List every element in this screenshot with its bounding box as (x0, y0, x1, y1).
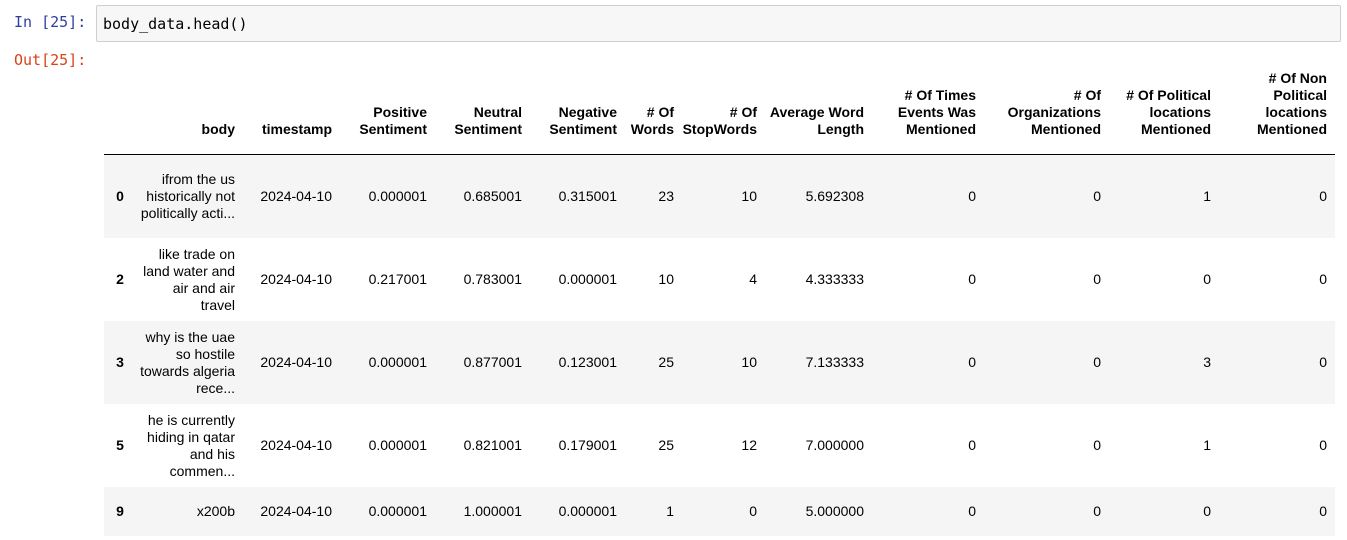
political-locations-cell: 0 (1203, 271, 1211, 287)
word-count-cell: 25 (658, 354, 674, 370)
dataframe-table: body timestamp Positive Sentiment Neutra… (104, 70, 1335, 536)
average-word-length-cell: 5.692308 (805, 188, 864, 204)
timestamp-cell: 2024-04-10 (260, 188, 332, 204)
neutral-sentiment-cell: 0.783001 (463, 271, 522, 287)
positive-sentiment-cell: 0.000001 (368, 437, 427, 453)
output-prompt: Out[25]: (14, 51, 87, 69)
political-locations-cell: 1 (1203, 188, 1211, 204)
stopword-count-cell: 10 (741, 188, 757, 204)
code-cell-input[interactable]: body_data.head() (96, 5, 1341, 42)
negative-sentiment-cell: 0.000001 (558, 503, 617, 519)
column-header-political-locations: # Of Political locations Mentioned (1109, 70, 1219, 155)
stopword-count-cell: 4 (749, 271, 757, 287)
timestamp-cell: 2024-04-10 (260, 503, 332, 519)
row-index: 0 (116, 188, 124, 204)
column-header-stopword-count: # Of StopWords (682, 70, 765, 155)
negative-sentiment-cell: 0.315001 (558, 188, 617, 204)
organizations-mentioned-cell: 0 (1093, 437, 1101, 453)
column-header-organizations-mentioned: # Of Organizations Mentioned (984, 70, 1109, 155)
average-word-length-cell: 4.333333 (805, 271, 864, 287)
word-count-cell: 1 (666, 503, 674, 519)
negative-sentiment-cell: 0.000001 (558, 271, 617, 287)
non-political-locations-cell: 0 (1319, 437, 1327, 453)
organizations-mentioned-cell: 0 (1093, 354, 1101, 370)
neutral-sentiment-cell: 1.000001 (463, 503, 522, 519)
timestamp-cell: 2024-04-10 (260, 437, 332, 453)
political-locations-cell: 3 (1203, 354, 1211, 370)
column-header-timestamp: timestamp (243, 70, 340, 155)
average-word-length-cell: 7.000000 (805, 437, 864, 453)
events-mentioned-cell: 0 (968, 188, 976, 204)
political-locations-cell: 1 (1203, 437, 1211, 453)
column-header-negative-sentiment: Negative Sentiment (530, 70, 625, 155)
body-cell: why is the uae so hostile towards algeri… (140, 328, 235, 396)
index-header (104, 70, 136, 155)
average-word-length-cell: 7.133333 (805, 354, 864, 370)
word-count-cell: 25 (658, 437, 674, 453)
neutral-sentiment-cell: 0.877001 (463, 354, 522, 370)
positive-sentiment-cell: 0.000001 (368, 188, 427, 204)
table-row: 2 like trade on land water and air and a… (104, 238, 1335, 321)
input-prompt: In [25]: (14, 13, 87, 31)
positive-sentiment-cell: 0.000001 (368, 354, 427, 370)
column-header-average-word-length: Average Word Length (765, 70, 872, 155)
dataframe-output: body timestamp Positive Sentiment Neutra… (104, 70, 1335, 536)
average-word-length-cell: 5.000000 (805, 503, 864, 519)
body-cell: ifrom the us historically not politicall… (140, 171, 235, 221)
non-political-locations-cell: 0 (1319, 188, 1327, 204)
word-count-cell: 10 (658, 271, 674, 287)
header-row: body timestamp Positive Sentiment Neutra… (104, 70, 1335, 155)
stopword-count-cell: 12 (741, 437, 757, 453)
column-header-positive-sentiment: Positive Sentiment (340, 70, 435, 155)
table-row: 3 why is the uae so hostile towards alge… (104, 321, 1335, 404)
table-row: 5 he is currently hiding in qatar and hi… (104, 404, 1335, 487)
column-header-neutral-sentiment: Neutral Sentiment (435, 70, 530, 155)
stopword-count-cell: 0 (749, 503, 757, 519)
column-header-non-political-locations: # Of Non Political locations Mentioned (1219, 70, 1335, 155)
neutral-sentiment-cell: 0.821001 (463, 437, 522, 453)
non-political-locations-cell: 0 (1319, 503, 1327, 519)
body-cell: x200b (196, 503, 235, 519)
negative-sentiment-cell: 0.179001 (558, 437, 617, 453)
timestamp-cell: 2024-04-10 (260, 354, 332, 370)
column-header-word-count: # Of Words (625, 70, 682, 155)
organizations-mentioned-cell: 0 (1093, 271, 1101, 287)
non-political-locations-cell: 0 (1319, 271, 1327, 287)
neutral-sentiment-cell: 0.685001 (463, 188, 522, 204)
stopword-count-cell: 10 (741, 354, 757, 370)
events-mentioned-cell: 0 (968, 503, 976, 519)
row-index: 3 (116, 354, 124, 370)
row-index: 9 (116, 503, 124, 519)
row-index: 5 (116, 437, 124, 453)
body-cell: like trade on land water and air and air… (143, 245, 235, 313)
body-cell: he is currently hiding in qatar and his … (147, 411, 235, 479)
positive-sentiment-cell: 0.000001 (368, 503, 427, 519)
organizations-mentioned-cell: 0 (1093, 503, 1101, 519)
events-mentioned-cell: 0 (968, 271, 976, 287)
timestamp-cell: 2024-04-10 (260, 271, 332, 287)
table-row: 0 ifrom the us historically not politica… (104, 154, 1335, 238)
negative-sentiment-cell: 0.123001 (558, 354, 617, 370)
column-header-events-mentioned: # Of Times Events Was Mentioned (872, 70, 984, 155)
word-count-cell: 23 (658, 188, 674, 204)
table-row: 9 x200b 2024-04-10 0.000001 1.000001 0.0… (104, 487, 1335, 536)
row-index: 2 (116, 271, 124, 287)
events-mentioned-cell: 0 (968, 354, 976, 370)
non-political-locations-cell: 0 (1319, 354, 1327, 370)
events-mentioned-cell: 0 (968, 437, 976, 453)
political-locations-cell: 0 (1203, 503, 1211, 519)
column-header-body: body (136, 70, 243, 155)
positive-sentiment-cell: 0.217001 (368, 271, 427, 287)
organizations-mentioned-cell: 0 (1093, 188, 1101, 204)
